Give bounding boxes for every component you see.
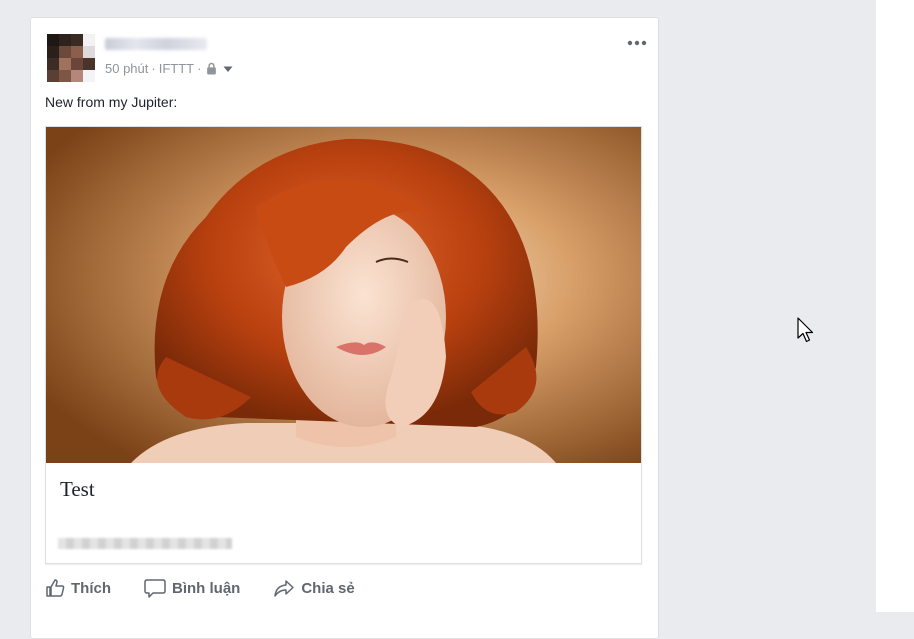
thumbs-up-icon: [46, 579, 65, 597]
like-label: Thích: [71, 579, 111, 597]
feed-post: 50 phút · IFTTT · New from my Jupiter: T…: [30, 17, 659, 639]
post-meta: 50 phút · IFTTT ·: [105, 61, 234, 76]
share-arrow-icon: [274, 580, 295, 597]
post-timestamp[interactable]: 50 phút: [105, 61, 148, 76]
post-text: New from my Jupiter:: [45, 94, 178, 110]
mouse-cursor-icon: [797, 317, 814, 343]
author-avatar[interactable]: [47, 34, 95, 82]
more-options-icon[interactable]: [625, 36, 649, 50]
post-via-app[interactable]: IFTTT: [159, 61, 194, 76]
post-actions: Thích Bình luận Chia sẻ: [45, 578, 388, 598]
link-domain: [58, 538, 232, 549]
share-label: Chia sẻ: [301, 579, 355, 597]
meta-separator: ·: [151, 61, 156, 76]
comment-button[interactable]: Bình luận: [144, 578, 240, 598]
link-preview-card[interactable]: Test: [45, 126, 642, 564]
like-button[interactable]: Thích: [45, 578, 111, 598]
share-button[interactable]: Chia sẻ: [273, 578, 355, 598]
author-name[interactable]: [105, 38, 207, 50]
caret-down-icon[interactable]: [222, 63, 234, 75]
meta-separator: ·: [197, 61, 202, 76]
right-side-panel: [876, 0, 914, 612]
comment-icon: [144, 579, 166, 598]
portrait-illustration: [46, 127, 641, 463]
link-title[interactable]: Test: [60, 477, 95, 502]
lock-icon[interactable]: [205, 62, 218, 75]
comment-label: Bình luận: [172, 579, 241, 597]
link-preview-image[interactable]: [46, 127, 641, 463]
